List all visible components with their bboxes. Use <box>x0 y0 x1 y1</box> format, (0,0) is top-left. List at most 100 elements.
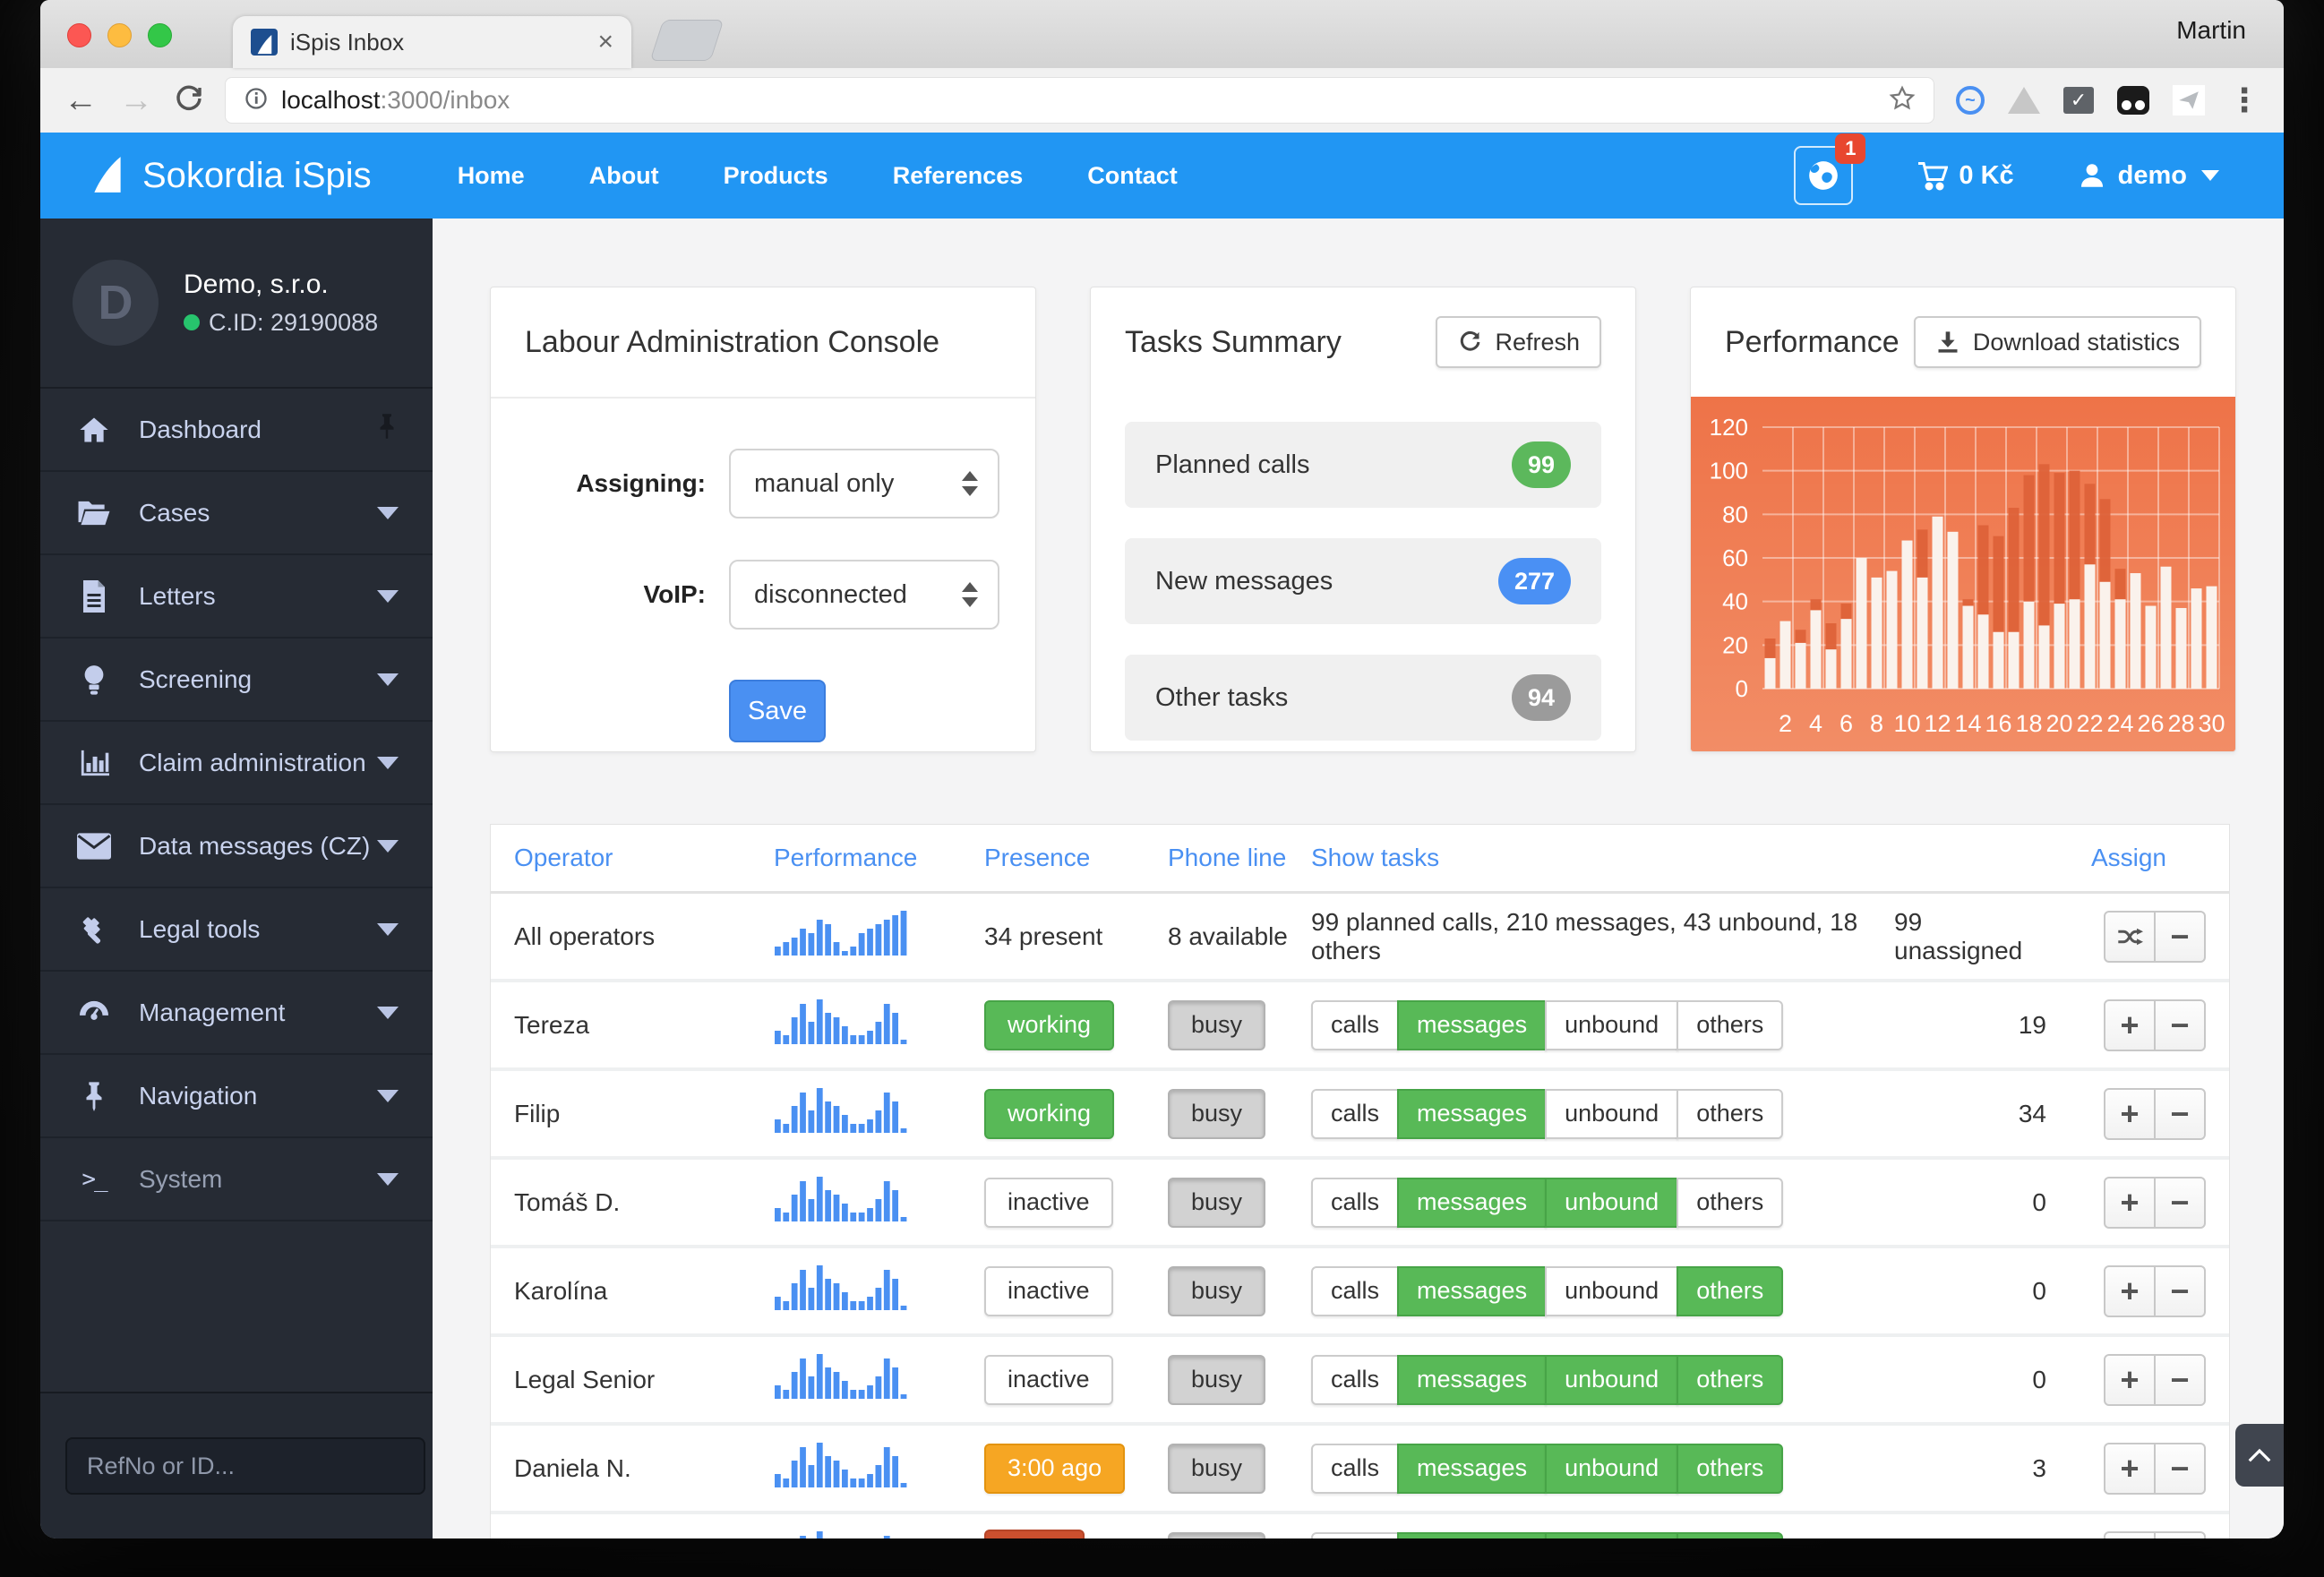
sidebar-item-navigation[interactable]: Navigation <box>40 1055 433 1138</box>
brand-logo[interactable]: Sokordia iSpis <box>40 155 372 196</box>
site-info-icon[interactable] <box>244 86 269 116</box>
presence-button[interactable] <box>984 1530 1085 1538</box>
voip-select[interactable]: disconnected <box>729 560 999 630</box>
column-header-presence[interactable]: Presence <box>984 844 1168 872</box>
column-header-show-tasks[interactable]: Show tasks <box>1311 844 1894 872</box>
nav-item-contact[interactable]: Contact <box>1087 162 1178 190</box>
assign-minus-button[interactable]: − <box>2154 1177 2206 1229</box>
refresh-button[interactable]: Refresh <box>1436 316 1601 368</box>
task-filter-calls-button[interactable]: calls <box>1311 1178 1399 1228</box>
assign-plus-button[interactable]: + <box>2104 1088 2156 1140</box>
reload-icon[interactable] <box>175 84 203 117</box>
minimize-window-button[interactable] <box>107 23 132 47</box>
task-filter-messages-button[interactable]: messages <box>1397 1178 1547 1228</box>
presence-button[interactable]: working <box>984 1000 1114 1050</box>
task-summary-other-tasks[interactable]: Other tasks94 <box>1125 655 1601 741</box>
sidebar-item-cases[interactable]: Cases <box>40 472 433 555</box>
download-statistics-button[interactable]: Download statistics <box>1914 316 2201 368</box>
assign-minus-button[interactable]: − <box>2154 1443 2206 1495</box>
task-filter-calls-button[interactable]: calls <box>1311 1355 1399 1405</box>
refno-search-input[interactable] <box>65 1437 425 1495</box>
sidebar-item-dashboard[interactable]: Dashboard <box>40 389 433 472</box>
browser-menu-icon[interactable]: ⋮ <box>2228 81 2260 119</box>
task-filter-messages-button[interactable]: messages <box>1397 1355 1547 1405</box>
task-filter-others-button[interactable]: others <box>1677 1089 1783 1139</box>
sidebar-item-management[interactable]: Management <box>40 972 433 1055</box>
assign-plus-button[interactable]: + <box>2104 1531 2156 1539</box>
phone-line-button[interactable]: busy <box>1168 1089 1265 1139</box>
assign-minus-button[interactable]: − <box>2154 1531 2206 1539</box>
task-filter-others-button[interactable]: others <box>1677 1266 1783 1316</box>
presence-button[interactable]: working <box>984 1089 1114 1139</box>
nav-item-products[interactable]: Products <box>724 162 828 190</box>
task-summary-planned-calls[interactable]: Planned calls99 <box>1125 422 1601 508</box>
bookmark-star-icon[interactable] <box>1889 85 1916 116</box>
extension-drive-icon[interactable] <box>2008 87 2040 114</box>
extension-camera-icon[interactable] <box>2117 86 2149 115</box>
presence-button[interactable]: 3:00 ago <box>984 1444 1125 1494</box>
task-filter-unbound-button[interactable]: unbound <box>1545 1444 1678 1494</box>
task-filter-messages-button[interactable]: messages <box>1397 1532 1547 1539</box>
task-filter-unbound-button[interactable]: unbound <box>1545 1266 1678 1316</box>
user-menu[interactable]: demo <box>2077 160 2219 191</box>
unassign-all-button[interactable]: − <box>2154 911 2206 963</box>
phone-line-button[interactable]: busy <box>1168 1355 1265 1405</box>
extension-paper-plane-icon[interactable] <box>2173 85 2205 116</box>
extension-wave-icon[interactable]: ~ <box>1956 86 1985 115</box>
task-filter-messages-button[interactable]: messages <box>1397 1089 1547 1139</box>
zoom-window-button[interactable] <box>148 23 172 47</box>
nav-item-about[interactable]: About <box>589 162 659 190</box>
assign-minus-button[interactable]: − <box>2154 999 2206 1051</box>
phone-line-button[interactable]: busy <box>1168 1000 1265 1050</box>
phone-line-button[interactable]: busy <box>1168 1178 1265 1228</box>
task-filter-unbound-button[interactable]: unbound <box>1545 1089 1678 1139</box>
assign-minus-button[interactable]: − <box>2154 1265 2206 1317</box>
task-filter-messages-button[interactable]: messages <box>1397 1266 1547 1316</box>
nav-item-references[interactable]: References <box>893 162 1024 190</box>
sidebar-item-letters[interactable]: Letters <box>40 555 433 639</box>
assign-plus-button[interactable]: + <box>2104 1177 2156 1229</box>
assign-plus-button[interactable]: + <box>2104 1354 2156 1406</box>
task-filter-others-button[interactable]: others <box>1677 1532 1783 1539</box>
back-icon[interactable]: ← <box>64 83 98 117</box>
column-header-operator[interactable]: Operator <box>514 844 774 872</box>
sidebar-item-data-messages-cz[interactable]: Data messages (CZ) <box>40 805 433 888</box>
shuffle-assign-button[interactable] <box>2104 911 2156 963</box>
column-header-phone-line[interactable]: Phone line <box>1168 844 1311 872</box>
task-filter-others-button[interactable]: others <box>1677 1000 1783 1050</box>
column-header-performance[interactable]: Performance <box>774 844 984 872</box>
task-filter-unbound-button[interactable]: unbound <box>1545 1000 1678 1050</box>
task-filter-messages-button[interactable]: messages <box>1397 1444 1547 1494</box>
task-filter-calls-button[interactable]: calls <box>1311 1000 1399 1050</box>
phone-line-button[interactable]: busy <box>1168 1266 1265 1316</box>
column-header-assign[interactable]: Assign <box>2091 844 2206 872</box>
task-filter-calls-button[interactable]: calls <box>1311 1444 1399 1494</box>
task-filter-calls-button[interactable]: calls <box>1311 1089 1399 1139</box>
task-filter-others-button[interactable]: others <box>1677 1444 1783 1494</box>
tab-close-icon[interactable]: × <box>597 29 613 56</box>
browser-profile-name[interactable]: Martin <box>2176 16 2246 45</box>
cart-button[interactable]: 0 Kč <box>1916 159 2013 192</box>
task-filter-calls-button[interactable]: calls <box>1311 1266 1399 1316</box>
presence-button[interactable]: inactive <box>984 1178 1113 1228</box>
presence-button[interactable]: inactive <box>984 1266 1113 1316</box>
extension-inbox-icon[interactable]: ✓ <box>2063 87 2094 114</box>
task-summary-new-messages[interactable]: New messages277 <box>1125 538 1601 624</box>
task-filter-unbound-button[interactable]: unbound <box>1545 1532 1678 1539</box>
sidebar-item-system[interactable]: >_System <box>40 1138 433 1221</box>
task-filter-messages-button[interactable]: messages <box>1397 1000 1547 1050</box>
assign-plus-button[interactable]: + <box>2104 1443 2156 1495</box>
assign-minus-button[interactable]: − <box>2154 1354 2206 1406</box>
assigning-select[interactable]: manual only <box>729 449 999 519</box>
assign-minus-button[interactable]: − <box>2154 1088 2206 1140</box>
new-tab-button[interactable] <box>650 20 725 61</box>
save-button[interactable]: Save <box>729 680 826 742</box>
task-filter-unbound-button[interactable]: unbound <box>1545 1178 1678 1228</box>
presence-button[interactable]: inactive <box>984 1355 1113 1405</box>
task-filter-calls-button[interactable]: calls <box>1311 1532 1399 1539</box>
sidebar-item-claim-administration[interactable]: Claim administration <box>40 722 433 805</box>
sidebar-item-screening[interactable]: Screening <box>40 639 433 722</box>
browser-tab[interactable]: iSpis Inbox × <box>233 16 631 68</box>
assign-plus-button[interactable]: + <box>2104 999 2156 1051</box>
sidebar-item-legal-tools[interactable]: Legal tools <box>40 888 433 972</box>
